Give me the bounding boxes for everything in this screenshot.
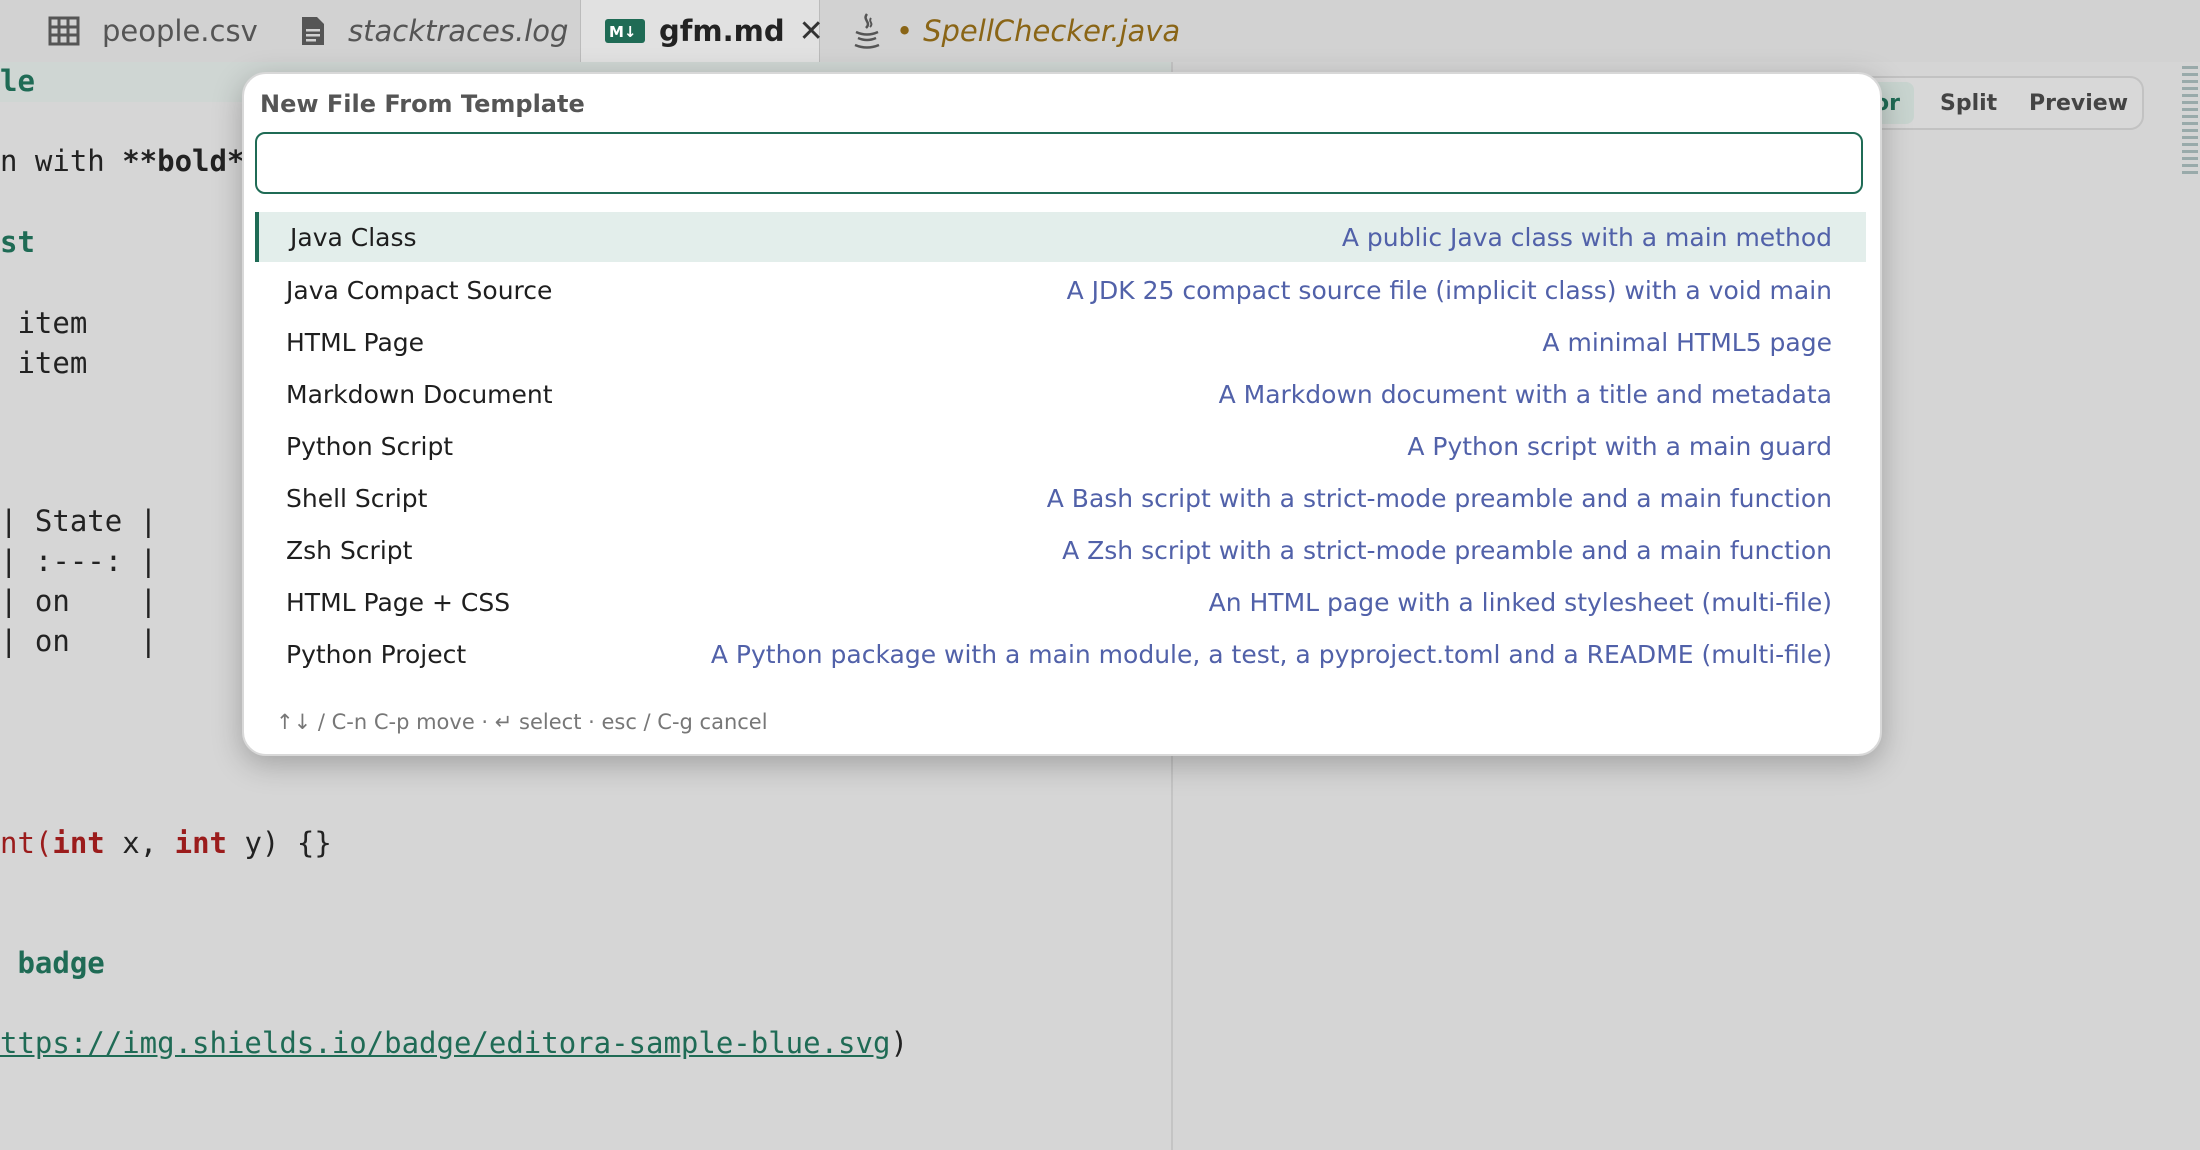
code-line: nt(int x, int y) {} [0,826,332,860]
modified-marker: • [896,14,914,48]
tab-label: people.csv [102,14,258,48]
template-item[interactable]: Zsh Script A Zsh script with a strict-mod… [255,524,1866,576]
template-item[interactable]: Shell Script A Bash script with a strict-… [255,472,1866,524]
view-mode-split-button[interactable]: Split [1940,91,1997,116]
code-line: | State | [0,504,158,538]
java-icon [852,12,882,50]
markdown-icon: M↓ [605,19,645,43]
template-description: An HTML page with a linked stylesheet (m… [1208,587,1832,617]
template-name: HTML Page [286,327,425,357]
tab-spellchecker-java[interactable]: • SpellChecker.java [852,0,1180,62]
template-name: Zsh Script [286,535,413,565]
code-line: item [0,306,88,340]
view-mode-preview-button[interactable]: Preview [2029,91,2128,116]
keyboard-hints: ↑↓ / C-n C-p move · ↵ select · esc / C-g… [276,710,768,734]
template-name: HTML Page + CSS [286,587,511,617]
tab-label: gfm.md [659,14,785,48]
tab-gfm-md[interactable]: M↓ gfm.md ✕ [580,0,824,62]
template-item[interactable]: Java Class A public Java class with a mai… [255,212,1866,262]
template-description: A JDK 25 compact source file (implicit c… [1066,275,1832,305]
template-name: Java Class [290,222,417,252]
template-item[interactable]: HTML Page A minimal HTML5 page [255,316,1866,368]
template-name: Shell Script [286,483,428,513]
template-description: A Zsh script with a strict-mode preamble… [1062,535,1832,565]
dialog-title: New File From Template [260,90,585,118]
code-line: item [0,346,88,380]
code-line: badge [0,946,105,980]
template-search-input[interactable] [255,132,1863,194]
template-name: Markdown Document [286,379,553,409]
code-line: | :---: | [0,544,158,578]
grid-icon [48,15,80,47]
tab-label: stacktraces.log [348,14,569,48]
code-line: | on | [0,624,158,658]
tab-bar: people.csv stacktraces.log M↓ gfm.md ✕ •… [0,0,2200,62]
template-name: Python Project [286,639,467,669]
tab-label: SpellChecker.java [923,14,1181,48]
template-description: A Python package with a main module, a t… [710,639,1832,669]
tab-people-csv[interactable]: people.csv [48,0,258,62]
template-description: A Markdown document with a title and met… [1218,379,1832,409]
code-line: | on | [0,584,158,618]
minimap[interactable] [2180,62,2200,222]
svg-text:M↓: M↓ [609,23,637,41]
tab-stacktraces-log[interactable]: stacktraces.log [300,0,568,62]
code-line: n with **bold** [0,144,262,178]
template-description: A Bash script with a strict-mode preambl… [1046,483,1832,513]
code-line: ttps://img.shields.io/badge/editora-samp… [0,1026,908,1060]
template-name: Java Compact Source [286,275,553,305]
template-item[interactable]: Markdown Document A Markdown document wit… [255,368,1866,420]
new-file-template-dialog: New File From Template Java Class A publi… [242,72,1882,756]
link-url[interactable]: ttps://img.shields.io/badge/editora-samp… [0,1026,890,1060]
template-item[interactable]: HTML Page + CSS An HTML page with a linke… [255,576,1866,628]
code-line: le [0,64,35,98]
document-icon [300,15,326,47]
template-description: A public Java class with a main method [1341,222,1832,252]
template-item[interactable]: Java Compact Source A JDK 25 compact sour… [255,264,1866,316]
template-name: Python Script [286,431,454,461]
template-list: Java Class A public Java class with a mai… [255,212,1866,680]
template-description: A Python script with a main guard [1407,431,1832,461]
code-line: st [0,225,35,259]
template-item[interactable]: Python Script A Python script with a main… [255,420,1866,472]
template-description: A minimal HTML5 page [1542,327,1832,357]
template-item[interactable]: Python Project A Python package with a ma… [255,628,1866,680]
close-icon[interactable]: ✕ [799,14,824,49]
